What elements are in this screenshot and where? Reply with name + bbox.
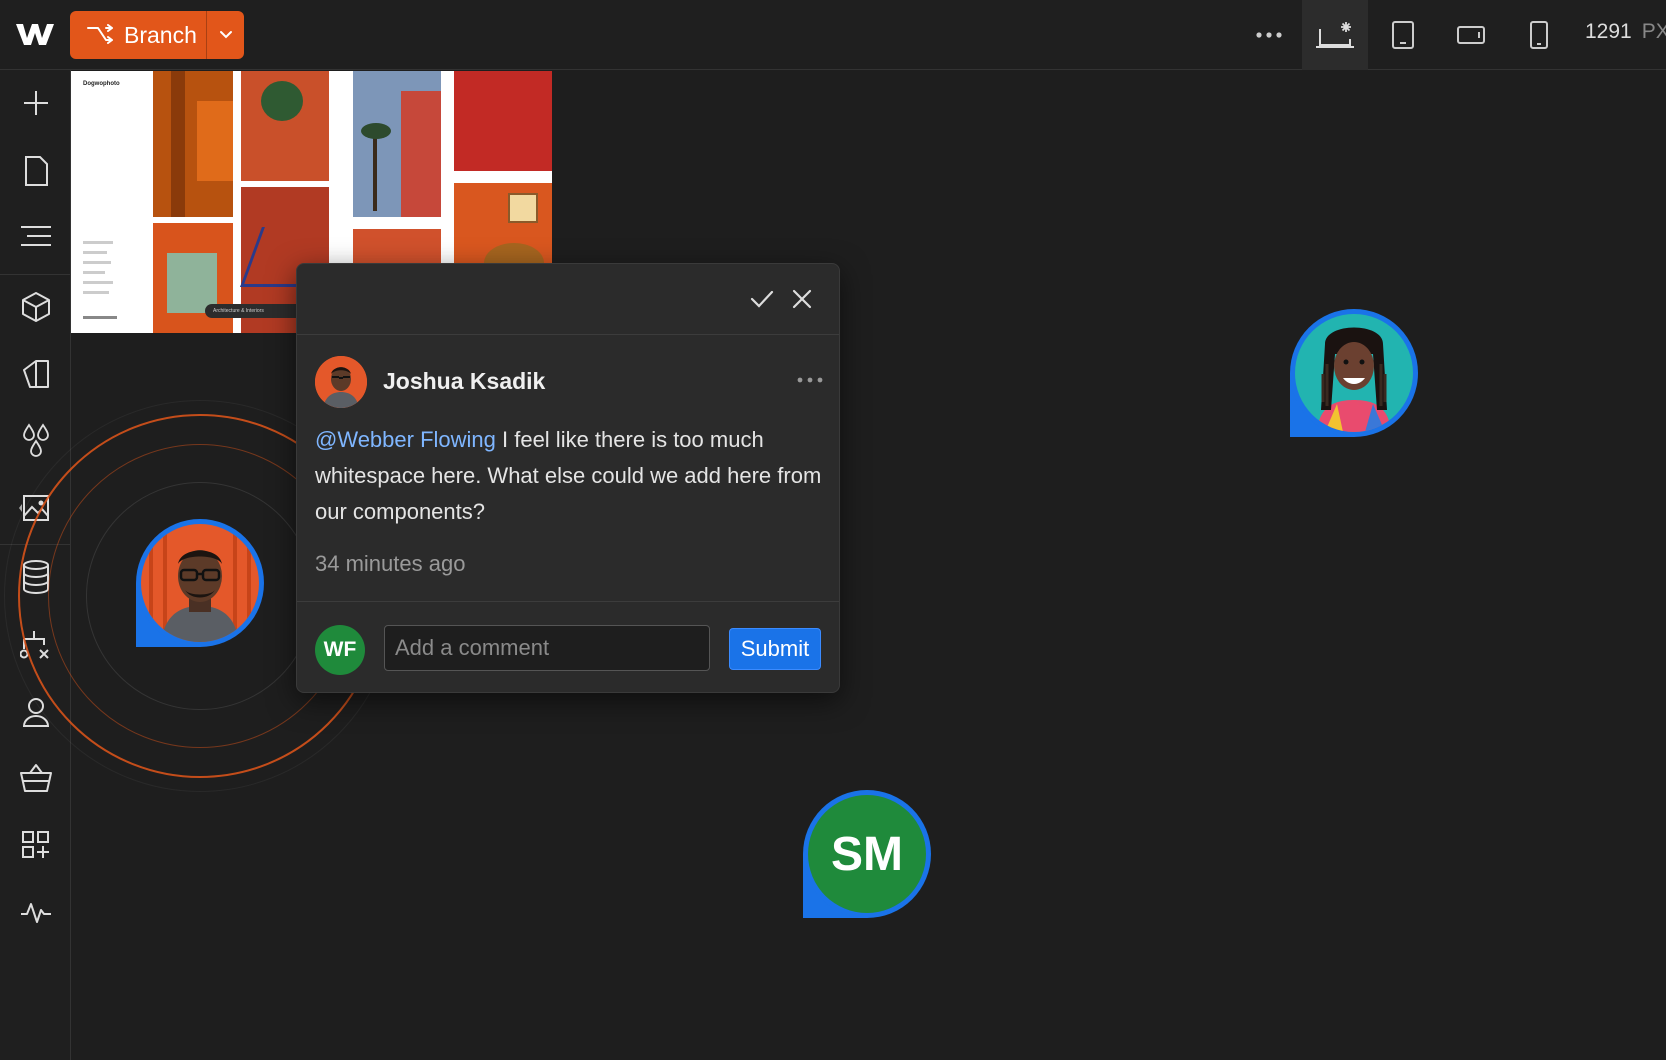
cube-icon [21, 292, 50, 322]
breakpoint-phone[interactable] [1506, 0, 1572, 70]
branch-dropdown-toggle[interactable] [207, 11, 244, 59]
comment-divider [297, 601, 839, 602]
sidebar-item-components[interactable] [0, 277, 71, 337]
comment-popup-header [297, 264, 839, 335]
comment-body: @Webber Flowing I feel like there is too… [315, 422, 825, 530]
branch-main-button[interactable]: Branch [70, 11, 206, 59]
canvas-width-readout[interactable]: 1291 PX [1585, 20, 1666, 44]
comment-popup: Joshua Ksadik @Webber Flowing I feel lik… [296, 263, 840, 693]
check-icon [750, 290, 774, 308]
preview-nav-line [83, 261, 111, 264]
comment-mention[interactable]: @Webber Flowing [315, 427, 496, 452]
color-drops-icon [22, 423, 49, 457]
breakpoint-desktop-base[interactable] [1302, 0, 1368, 70]
preview-nav-line [83, 251, 107, 254]
close-comment-button[interactable] [785, 282, 819, 316]
presence-avatar-ring: SM [803, 790, 931, 918]
preview-photo-tile [353, 71, 441, 217]
sidebar-item-style-manager[interactable] [0, 344, 71, 404]
breakpoint-tablet[interactable] [1370, 0, 1436, 70]
navigator-icon [20, 226, 51, 246]
top-toolbar: Branch 1291 PX [0, 0, 1666, 70]
webflow-logo-icon[interactable] [14, 18, 56, 50]
person-portrait-icon [141, 524, 259, 642]
preview-social-line [83, 316, 117, 319]
preview-photo-tile [241, 71, 329, 181]
sidebar-item-activity[interactable] [0, 882, 71, 942]
canvas-width-value: 1291 [1585, 20, 1632, 43]
branch-label: Branch [124, 21, 197, 48]
presence-avatar-sm[interactable]: SM [803, 790, 931, 918]
apps-icon [21, 831, 49, 858]
landscape-icon [1457, 26, 1485, 44]
sidebar-divider [0, 274, 71, 275]
resolve-comment-button[interactable] [745, 282, 779, 316]
sidebar-item-navigator[interactable] [0, 206, 71, 266]
avatar [1295, 314, 1413, 432]
preview-photo-tile [153, 71, 233, 217]
basket-icon [19, 764, 52, 792]
avatar [141, 524, 259, 642]
add-comment-input[interactable] [384, 625, 710, 671]
comment-timestamp: 34 minutes ago [315, 551, 466, 576]
more-options-button[interactable] [1236, 0, 1302, 70]
style-manager-icon [22, 360, 49, 388]
reply-user-avatar: WF [315, 625, 365, 675]
comment-author-name: Joshua Ksadik [383, 368, 546, 394]
phone-icon [1530, 21, 1548, 49]
canvas-width-unit: PX [1641, 20, 1666, 43]
page-icon [24, 156, 48, 186]
preview-brand: Dogwophoto [83, 81, 120, 87]
preview-nav-line [83, 241, 113, 244]
submit-comment-button[interactable]: Submit [729, 628, 821, 670]
sidebar-item-add[interactable] [0, 73, 71, 133]
comment-author-avatar [315, 356, 367, 408]
preview-photo-tile [454, 71, 552, 171]
sidebar-item-pages[interactable] [0, 141, 71, 201]
presence-avatar-joshua[interactable] [136, 519, 264, 647]
preview-nav-line [83, 271, 105, 274]
activity-icon [20, 903, 51, 923]
designer-app: Branch 1291 PX Dogwophoto Architecture &… [0, 0, 1666, 1060]
chevron-down-icon [219, 31, 232, 39]
preview-nav-line [83, 281, 113, 284]
branch-icon [87, 24, 113, 44]
desktop-star-icon [1316, 22, 1354, 48]
avatar-initials: SM [808, 795, 926, 913]
more-horizontal-icon [1256, 32, 1282, 38]
presence-avatar-webber[interactable] [1290, 309, 1418, 437]
branch-button[interactable]: Branch [70, 11, 244, 59]
sidebar-item-ecommerce[interactable] [0, 748, 71, 808]
sidebar-item-apps[interactable] [0, 815, 71, 875]
tablet-icon [1392, 21, 1414, 49]
presence-avatar-ring [1290, 309, 1418, 437]
preview-caption: Architecture & Interiors [205, 304, 309, 318]
person-portrait-icon [1295, 314, 1413, 432]
more-horizontal-icon [797, 377, 823, 383]
plus-icon [23, 91, 48, 115]
preview-nav-line [83, 291, 109, 294]
close-icon [792, 289, 812, 309]
person-portrait-icon [315, 356, 367, 408]
presence-avatar-ring [136, 519, 264, 647]
breakpoint-landscape[interactable] [1438, 0, 1504, 70]
comment-more-button[interactable] [793, 370, 827, 390]
preview-sidebar: Dogwophoto [71, 71, 151, 333]
